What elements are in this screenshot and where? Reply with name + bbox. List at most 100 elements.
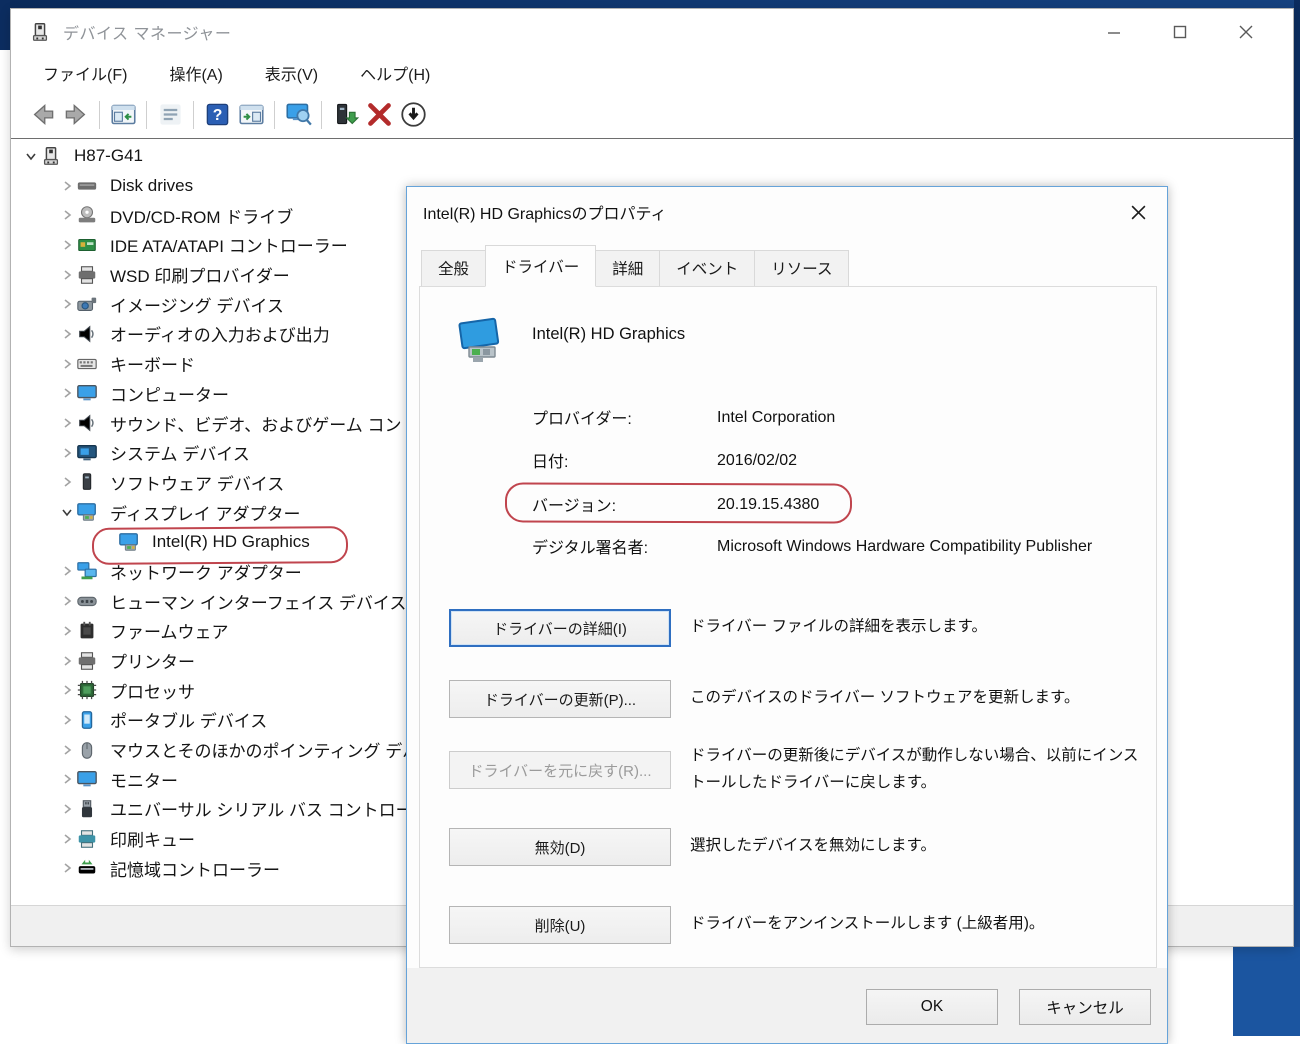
action-button-0[interactable]: ドライバーの詳細(I): [449, 609, 671, 647]
menu-item-0[interactable]: ファイル(F): [29, 56, 141, 90]
show-tree-panel-icon[interactable]: [106, 98, 140, 132]
tree-item-label: ポータブル デバイス: [110, 712, 268, 732]
tree-item-label: Disk drives: [110, 175, 194, 195]
menu-item-3[interactable]: ヘルプ(H): [346, 56, 444, 90]
desktop-wallpaper-block: [1233, 947, 1300, 1036]
ide-controller-icon: [76, 235, 102, 255]
menu-item-2[interactable]: 表示(V): [251, 56, 332, 90]
action-description: ドライバーをアンインストールします (上級者用)。: [690, 915, 1045, 932]
tree-item-label: システム デバイス: [110, 445, 250, 465]
chevron-right-icon[interactable]: [58, 711, 76, 729]
chevron-right-icon[interactable]: [58, 652, 76, 670]
tree-item-label: イメージング デバイス: [110, 296, 284, 316]
action-button-3[interactable]: 無効(D): [449, 828, 671, 866]
show-action-panel-icon[interactable]: [234, 98, 268, 132]
chevron-right-icon[interactable]: [58, 622, 76, 640]
tree-item-label: DVD/CD-ROM ドライブ: [110, 207, 294, 227]
chevron-right-icon[interactable]: [58, 177, 76, 195]
printer-icon: [76, 651, 102, 671]
chevron-down-icon[interactable]: [22, 147, 40, 165]
chevron-right-icon[interactable]: [58, 800, 76, 818]
properties-list-icon[interactable]: [153, 98, 187, 132]
dialog-footer: OK キャンセル: [407, 968, 1167, 1043]
chevron-right-icon[interactable]: [58, 741, 76, 759]
tab-ドライバー[interactable]: ドライバー: [485, 245, 597, 287]
chevron-right-icon[interactable]: [58, 562, 76, 580]
desktop-left-strip: [0, 0, 10, 50]
dialog-tabs: 全般 ドライバー 詳細 イベント リソース: [421, 245, 850, 287]
uninstall-red-x-icon[interactable]: [362, 98, 396, 132]
software-device-icon: [76, 472, 102, 492]
chevron-right-icon[interactable]: [58, 830, 76, 848]
disk-drive-icon: [76, 176, 102, 196]
chevron-down-icon[interactable]: [58, 503, 76, 521]
chevron-right-icon[interactable]: [58, 859, 76, 877]
action-button-2: ドライバーを元に戻す(R)...: [449, 751, 671, 789]
field-label: デジタル署名者:: [532, 540, 649, 557]
toolbar-separator: [193, 100, 194, 129]
printer-icon: [76, 265, 102, 285]
dialog-close-icon[interactable]: [1123, 197, 1153, 227]
help-icon[interactable]: ?: [200, 98, 234, 132]
svg-text:?: ?: [212, 107, 222, 124]
chevron-right-icon[interactable]: [58, 355, 76, 373]
annotation-ellipse-version: [504, 482, 853, 524]
tree-item-label: IDE ATA/ATAPI コントローラー: [110, 237, 348, 257]
field-value: Intel Corporation: [717, 409, 836, 426]
tab-全般[interactable]: 全般: [421, 250, 487, 287]
print-queue-icon: [76, 829, 102, 849]
back-arrow-icon[interactable]: [25, 98, 59, 132]
menu-item-1[interactable]: 操作(A): [155, 56, 236, 90]
chevron-right-icon[interactable]: [58, 414, 76, 432]
monitor-icon: [76, 769, 102, 789]
close-icon[interactable]: [1213, 9, 1279, 55]
chevron-right-icon[interactable]: [58, 444, 76, 462]
keyboard-icon: [76, 354, 102, 374]
tree-item-label: ファームウェア: [110, 623, 229, 643]
window-controls: [1081, 9, 1279, 55]
chevron-right-icon[interactable]: [58, 295, 76, 313]
tree-item-label: キーボード: [110, 356, 195, 376]
field-label: プロバイダー:: [532, 411, 632, 428]
ok-button[interactable]: OK: [866, 989, 998, 1025]
tree-item-label: 記憶域コントローラー: [110, 860, 280, 880]
action-button-4[interactable]: 削除(U): [449, 906, 671, 944]
disable-down-arrow-icon[interactable]: [396, 98, 430, 132]
chevron-right-icon[interactable]: [58, 236, 76, 254]
chevron-right-icon[interactable]: [58, 592, 76, 610]
window-title: デバイス マネージャー: [63, 26, 232, 43]
toolbar: ?: [11, 91, 1293, 139]
portable-device-icon: [76, 710, 102, 730]
usb-icon: [76, 799, 102, 819]
update-driver-icon[interactable]: [328, 98, 362, 132]
maximize-icon[interactable]: [1147, 9, 1213, 55]
chevron-right-icon[interactable]: [58, 206, 76, 224]
system-device-icon: [76, 443, 102, 463]
chevron-right-icon[interactable]: [58, 473, 76, 491]
action-description: ドライバー ファイルの詳細を表示します。: [690, 618, 987, 635]
firmware-icon: [76, 621, 102, 641]
tree-root-item[interactable]: H87-G41: [14, 141, 1290, 171]
tree-item-label: ソフトウェア デバイス: [110, 474, 285, 494]
hid-icon: [76, 591, 102, 611]
tab-イベント[interactable]: イベント: [660, 250, 756, 287]
tab-リソース[interactable]: リソース: [755, 250, 850, 287]
action-button-1[interactable]: ドライバーの更新(P)...: [449, 680, 671, 718]
action-description: このデバイスのドライバー ソフトウェアを更新します。: [690, 689, 1080, 706]
chevron-right-icon[interactable]: [58, 770, 76, 788]
desktop-right-strip: [1294, 0, 1300, 948]
dialog-title-bar: Intel(R) HD Graphicsのプロパティ: [407, 187, 1167, 237]
chevron-right-icon[interactable]: [58, 681, 76, 699]
scan-hardware-changes-icon[interactable]: [281, 98, 315, 132]
chevron-right-icon[interactable]: [58, 384, 76, 402]
tab-詳細[interactable]: 詳細: [596, 250, 661, 287]
title-bar: デバイス マネージャー: [11, 9, 1293, 55]
cancel-button[interactable]: キャンセル: [1019, 989, 1151, 1025]
tree-item-label: モニター: [110, 771, 178, 791]
field-value: Microsoft Windows Hardware Compatibility…: [717, 538, 1093, 555]
device-name: Intel(R) HD Graphics: [532, 325, 686, 343]
minimize-icon[interactable]: [1081, 9, 1147, 55]
chevron-right-icon[interactable]: [58, 266, 76, 284]
chevron-right-icon[interactable]: [58, 325, 76, 343]
forward-arrow-icon[interactable]: [59, 98, 93, 132]
